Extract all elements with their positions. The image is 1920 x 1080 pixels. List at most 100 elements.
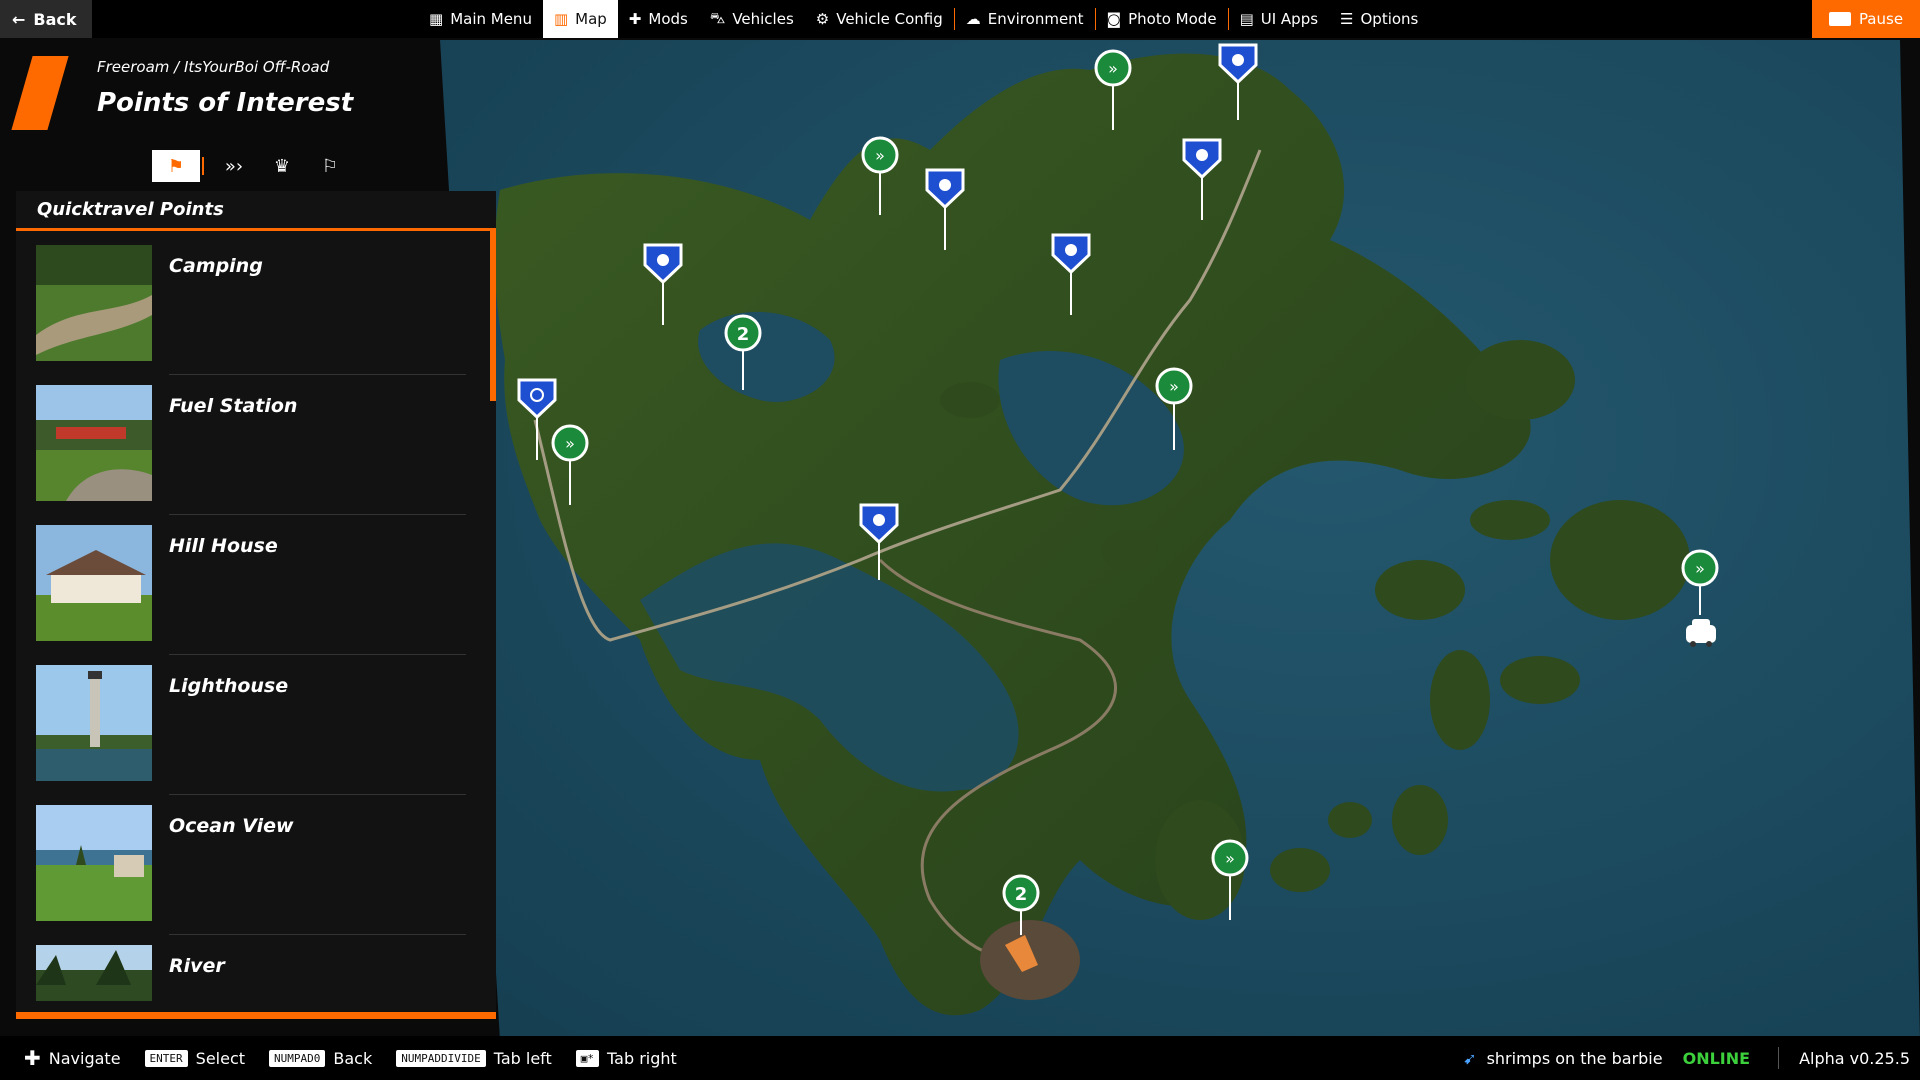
page-title: Points of Interest: [97, 88, 354, 118]
hint-navigate: ✚ Navigate: [24, 1046, 121, 1070]
poi-name: Ocean View: [169, 815, 294, 837]
menu-photo-mode[interactable]: ◙ Photo Mode: [1096, 0, 1228, 38]
list-item[interactable]: Fuel Station: [16, 377, 496, 517]
player-name: shrimps on the barbie: [1486, 1048, 1663, 1068]
hint-label: Tab left: [493, 1048, 552, 1068]
status-separator: [1778, 1047, 1780, 1069]
divider: [169, 794, 466, 795]
key-badge: ▣*: [575, 1049, 600, 1067]
keyboard-key-icon: [1828, 12, 1851, 26]
dpad-icon: ✚: [24, 1046, 41, 1070]
menu-label: Options: [1360, 10, 1419, 28]
puzzle-icon: ✚: [628, 10, 642, 28]
connection-status: ➹ shrimps on the barbie ONLINE Alpha v0.…: [1463, 1036, 1920, 1080]
main-menu-bar: ▦ Main Menu ▥ Map ✚ Mods ⛍ Vehicles ⚙ Ve…: [418, 0, 1429, 38]
grid-icon: ▦: [429, 10, 444, 28]
menu-mods[interactable]: ✚ Mods: [618, 0, 699, 38]
svg-text:»: »: [565, 434, 575, 453]
hint-back: NUMPAD0 Back: [269, 1049, 372, 1068]
hint-label: Select: [195, 1048, 246, 1068]
poi-list: Camping Fuel Station Hill House Lighthou…: [16, 237, 496, 1001]
hint-label: Tab right: [607, 1048, 677, 1068]
poi-name: Hill House: [169, 535, 278, 557]
poi-thumbnail: [36, 665, 152, 781]
poi-thumbnail: [36, 525, 152, 641]
tab-custom[interactable]: ⚐: [306, 150, 354, 182]
poi-thumbnail: [36, 805, 152, 921]
list-item[interactable]: Hill House: [16, 517, 496, 657]
tab-missions[interactable]: ♛: [258, 150, 306, 182]
menu-main-menu[interactable]: ▦ Main Menu: [418, 0, 543, 38]
svg-text:»: »: [875, 146, 885, 165]
tab-spawn-points[interactable]: ⚑: [152, 150, 200, 182]
key-badge: NUMPADDIVIDE: [396, 1049, 486, 1067]
flag-plus-icon: ⚐: [321, 155, 339, 177]
camera-icon: ◙: [1106, 10, 1122, 28]
svg-text:»: »: [1695, 559, 1705, 578]
menu-vehicle-config[interactable]: ⚙ Vehicle Config: [805, 0, 954, 38]
apps-icon: ▤: [1239, 10, 1254, 28]
hint-label: Back: [333, 1048, 373, 1068]
version-label: Alpha v0.25.5: [1799, 1048, 1910, 1068]
breadcrumb: Freeroam / ItsYourBoi Off-Road: [97, 58, 330, 76]
back-button[interactable]: ← Back: [0, 0, 92, 38]
poi-thumbnail: [36, 245, 152, 361]
menu-label: Photo Mode: [1128, 10, 1217, 28]
poi-category-tabs: ⚑ »› ♛ ⚐: [152, 150, 354, 182]
top-navigation-bar: ← Back ▦ Main Menu ▥ Map ✚ Mods ⛍ Vehicl…: [0, 0, 1920, 38]
menu-label: UI Apps: [1260, 10, 1319, 28]
svg-text:2: 2: [1015, 884, 1028, 905]
tab-separator: [202, 157, 204, 175]
sliders-icon: ☰: [1340, 10, 1354, 28]
menu-label: Map: [575, 10, 607, 28]
poi-name: River: [169, 955, 225, 977]
menu-ui-apps[interactable]: ▤ UI Apps: [1229, 0, 1329, 38]
menu-label: Main Menu: [450, 10, 532, 28]
divider: [169, 374, 466, 375]
poi-name: Fuel Station: [169, 395, 298, 417]
menu-label: Mods: [648, 10, 688, 28]
divider: [169, 654, 466, 655]
menu-environment[interactable]: ☁ Environment: [955, 0, 1095, 38]
engine-icon: ⚙: [815, 10, 830, 28]
map-icon: ▥: [553, 10, 569, 28]
poi-name: Camping: [169, 255, 263, 277]
car-icon: ⛍: [709, 9, 726, 27]
menu-label: Vehicles: [732, 10, 794, 28]
menu-label: Vehicle Config: [836, 10, 943, 28]
quicktravel-icon: »›: [224, 155, 244, 177]
back-label: Back: [33, 9, 77, 29]
divider: [169, 514, 466, 515]
list-item[interactable]: Ocean View: [16, 797, 496, 937]
poi-thumbnail: [36, 385, 152, 501]
svg-text:»: »: [1225, 849, 1235, 868]
svg-text:»: »: [1108, 59, 1118, 78]
svg-text:»: »: [1169, 377, 1179, 396]
arrow-left-icon: ←: [12, 9, 26, 29]
tab-quicktravel[interactable]: »›: [210, 150, 258, 182]
poi-thumbnail: [36, 945, 152, 1001]
pause-button[interactable]: Pause: [1812, 0, 1920, 38]
menu-options[interactable]: ☰ Options: [1329, 0, 1429, 38]
bottom-hint-bar: ✚ Navigate ENTER Select NUMPAD0 Back NUM…: [0, 1036, 1920, 1080]
panel-bottom-accent: [16, 1012, 496, 1019]
hint-tab-right: ▣* Tab right: [575, 1048, 677, 1068]
list-item[interactable]: River: [16, 937, 496, 1001]
panel-title: Quicktravel Points: [16, 191, 496, 231]
list-item[interactable]: Lighthouse: [16, 657, 496, 797]
menu-vehicles[interactable]: ⛍ Vehicles: [699, 0, 805, 38]
list-item[interactable]: Camping: [16, 237, 496, 377]
hint-select: ENTER Select: [144, 1048, 246, 1068]
weather-icon: ☁: [965, 10, 981, 28]
menu-label: Environment: [987, 10, 1084, 28]
key-badge: ENTER: [144, 1049, 188, 1067]
hint-tab-left: NUMPADDIVIDE Tab left: [396, 1049, 552, 1068]
key-badge: NUMPAD0: [269, 1049, 326, 1067]
player-icon: ➹: [1463, 1048, 1477, 1068]
spawn-points-icon: ⚑: [167, 155, 185, 177]
svg-text:2: 2: [737, 324, 750, 345]
trophy-icon: ♛: [273, 155, 291, 177]
divider: [169, 934, 466, 935]
menu-map[interactable]: ▥ Map: [542, 0, 618, 38]
quicktravel-panel: Quicktravel Points Camping Fuel Station …: [16, 191, 496, 1019]
